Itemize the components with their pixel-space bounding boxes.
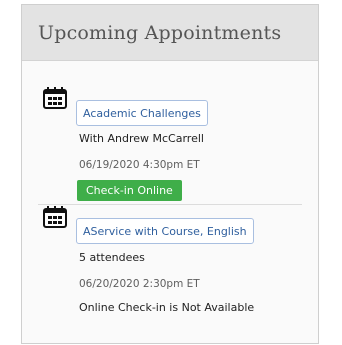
appointment-item: Academic Challenges With Andrew McCarrel…: [22, 61, 318, 205]
panel-header: Upcoming Appointments: [22, 5, 318, 61]
calendar-icon: [43, 206, 67, 228]
check-in-status: Online Check-in is Not Available: [79, 301, 255, 314]
panel-title: Upcoming Appointments: [38, 21, 282, 44]
appointment-attendees: 5 attendees: [79, 251, 145, 264]
appointment-title-link[interactable]: Academic Challenges: [76, 100, 208, 126]
appointment-title-link[interactable]: AService with Course, English: [76, 218, 254, 244]
appointment-host: With Andrew McCarrell: [79, 132, 204, 145]
appointment-datetime: 06/20/2020 2:30pm ET: [79, 278, 200, 290]
appointment-datetime: 06/19/2020 4:30pm ET: [79, 159, 200, 171]
calendar-icon: [43, 87, 67, 109]
upcoming-appointments-panel: Upcoming Appointments Academic Challenge…: [21, 4, 319, 344]
appointment-item: AService with Course, English 5 attendee…: [22, 195, 318, 335]
